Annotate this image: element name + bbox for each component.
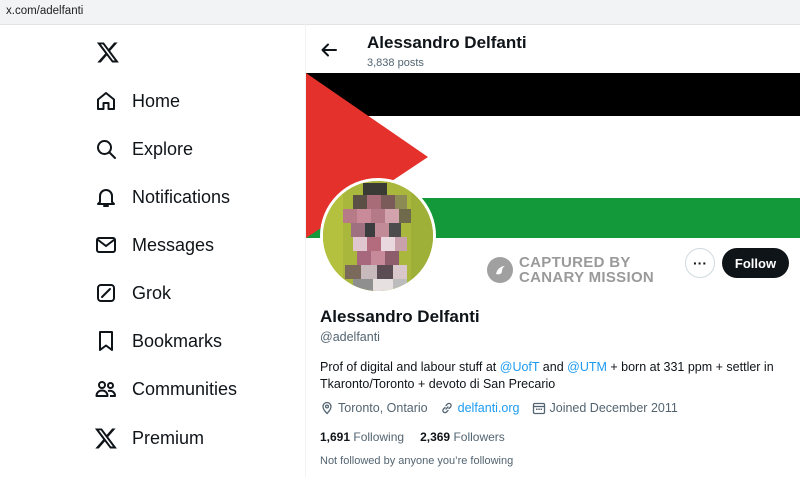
sidebar-item-label: Communities — [132, 378, 238, 399]
sidebar-item-premium[interactable]: Premium — [94, 423, 204, 453]
profile-name: Alessandro Delfanti — [320, 307, 480, 326]
sidebar-item-messages[interactable]: Messages — [94, 230, 214, 260]
calendar-icon — [532, 402, 545, 415]
sidebar-item-label: Explore — [132, 138, 194, 159]
profile-website[interactable]: delfanti.org — [440, 401, 520, 415]
sidebar-item-grok[interactable]: Grok — [94, 278, 171, 308]
sidebar-item-explore[interactable]: Explore — [94, 134, 193, 164]
sidebar-item-home[interactable]: Home — [94, 86, 180, 116]
mention-link[interactable]: @UofT — [500, 360, 540, 374]
sidebar-item-communities[interactable]: Communities — [94, 374, 237, 404]
grok-icon — [97, 284, 115, 302]
browser-address-bar[interactable]: x.com/adelfanti — [0, 0, 800, 25]
canary-logo-icon — [487, 257, 513, 283]
following-link[interactable]: 1,691 Following — [320, 430, 404, 444]
watermark-line-2: CANARY MISSION — [519, 269, 655, 286]
x-logo-icon[interactable] — [96, 40, 120, 64]
sidebar-item-label: Grok — [132, 282, 172, 303]
avatar-pixelated-image — [323, 181, 433, 291]
location-text: Toronto, Ontario — [338, 401, 428, 415]
more-options-button[interactable]: ··· — [685, 248, 715, 278]
follow-button[interactable]: Follow — [722, 248, 789, 278]
x-logo-icon — [94, 428, 117, 449]
watermark-line-1: CAPTURED BY — [519, 254, 631, 271]
sidebar-item-notifications[interactable]: Notifications — [94, 182, 230, 212]
profile-joined: Joined December 2011 — [532, 401, 678, 415]
back-arrow-icon[interactable] — [320, 41, 338, 59]
mention-link[interactable]: @UTM — [567, 360, 607, 374]
bell-icon — [97, 189, 115, 207]
profile-handle: @adelfanti — [320, 330, 380, 344]
link-icon — [441, 402, 452, 414]
canary-mission-watermark: CAPTURED BY CANARY MISSION — [487, 255, 654, 285]
home-icon — [97, 92, 115, 110]
search-icon — [97, 140, 116, 159]
joined-text: Joined December 2011 — [549, 401, 678, 415]
people-icon — [95, 381, 116, 397]
not-followed-notice: Not followed by anyone you’re following — [320, 455, 514, 467]
sidebar-item-label: Notifications — [132, 186, 231, 207]
bookmark-icon — [99, 331, 113, 351]
bio-text: and — [539, 360, 568, 374]
envelope-icon — [96, 237, 116, 253]
follow-counts: 1,691 Following 2,369 Followers — [320, 430, 521, 444]
sidebar-item-bookmarks[interactable]: Bookmarks — [94, 326, 222, 356]
sidebar-item-label: Messages — [132, 234, 215, 255]
website-link[interactable]: delfanti.org — [458, 401, 520, 415]
location-pin-icon — [322, 401, 332, 415]
following-label: Following — [353, 430, 405, 444]
profile-meta: Toronto, Ontario delfanti.org Joined Dec… — [320, 401, 690, 415]
header-title: Alessandro Delfanti — [367, 33, 527, 52]
sidebar-item-label: Home — [132, 90, 181, 111]
profile-bio: Prof of digital and labour stuff at @Uof… — [320, 359, 790, 393]
url-text[interactable]: x.com/adelfanti — [6, 5, 83, 17]
avatar[interactable] — [320, 178, 436, 294]
followers-count: 2,369 — [420, 430, 451, 444]
more-icon: ··· — [693, 255, 707, 271]
header-post-count: 3,838 posts — [367, 57, 424, 69]
bio-text: Prof of digital and labour stuff at — [320, 360, 500, 374]
profile-location: Toronto, Ontario — [320, 401, 428, 415]
sidebar-item-label: Premium — [132, 427, 205, 448]
followers-label: Followers — [453, 430, 505, 444]
following-count: 1,691 — [320, 430, 351, 444]
sidebar-item-label: Bookmarks — [132, 330, 223, 351]
followers-link[interactable]: 2,369 Followers — [420, 430, 505, 444]
